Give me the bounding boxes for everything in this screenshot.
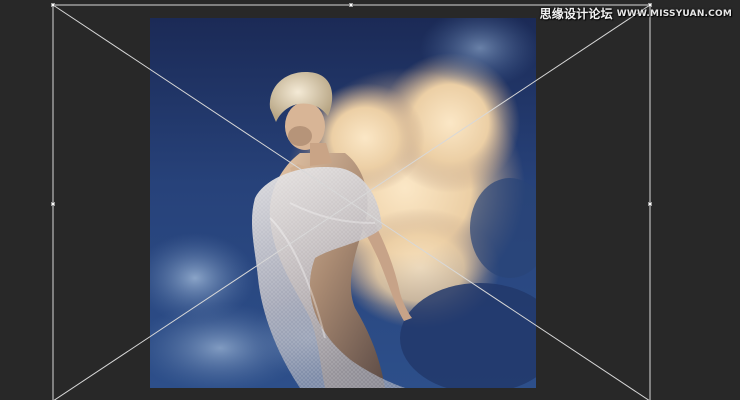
watermark-site-name: 思缘设计论坛 xyxy=(539,7,613,21)
transform-handle-top-center[interactable] xyxy=(349,3,353,7)
photo-layer[interactable] xyxy=(150,18,536,388)
transform-handle-middle-right[interactable] xyxy=(648,202,652,206)
transform-handle-middle-left[interactable] xyxy=(51,202,55,206)
watermark: 思缘设计论坛 WWW.MISSYUAN.COM xyxy=(540,7,732,21)
transform-handle-top-left[interactable] xyxy=(51,3,55,7)
workspace-canvas[interactable]: 思缘设计论坛 WWW.MISSYUAN.COM xyxy=(0,0,740,400)
watermark-site-url: WWW.MISSYUAN.COM xyxy=(616,9,732,19)
photo-artwork xyxy=(150,18,536,388)
